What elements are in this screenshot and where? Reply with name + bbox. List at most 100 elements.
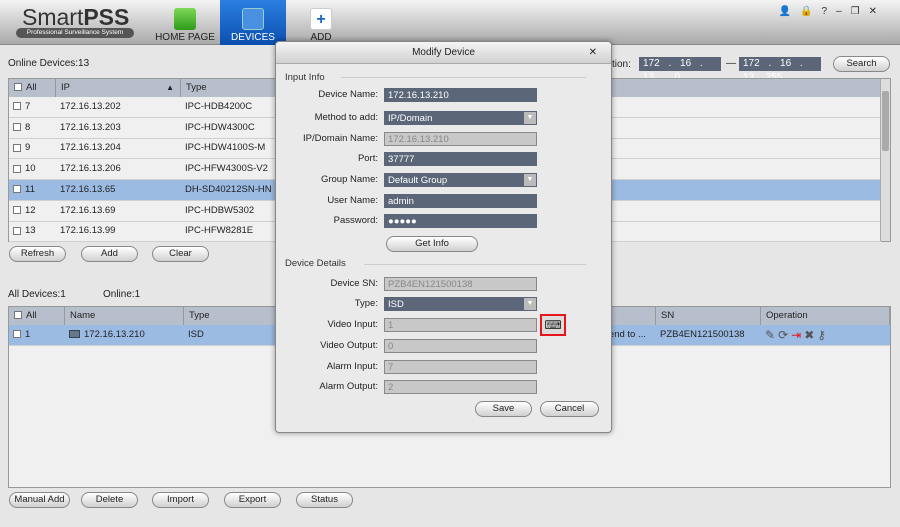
header-operation[interactable]: Operation [761,307,890,325]
divider [364,264,586,265]
refresh-icon[interactable]: ⟳ [778,328,791,342]
user-label: User Name: [327,195,378,206]
group-field[interactable]: Default Group ▼ [384,173,537,187]
plus-icon: + [310,8,332,30]
type-cell: IPC-HDW4300C [185,121,255,133]
ip-cell: 172.16.13.204 [60,142,121,154]
keyboard-edit-icon[interactable]: ⌨ [540,314,566,336]
group-label: Group Name: [320,174,378,185]
manual-add-button[interactable]: Manual Add [9,492,70,508]
header-sn[interactable]: SN [656,307,761,325]
chevron-down-icon[interactable]: ▼ [524,112,536,124]
device_name-field[interactable]: 172.16.13.210 [384,88,537,102]
ip-field: 172.16.13.210 [384,132,537,146]
ip-cell: 172.16.13.206 [60,163,121,175]
ip-cell: 172.16.13.202 [60,101,121,112]
search-button[interactable]: Search [833,56,890,72]
ip-cell: 172.16.13.203 [60,121,121,133]
chevron-down-icon[interactable]: ▼ [524,174,536,186]
user-icon[interactable]: 👤 [779,6,800,17]
type-cell: IPC-HDW4100S-M [185,142,266,154]
add-button[interactable]: Add [81,246,138,262]
row-checkbox[interactable] [13,143,21,152]
sn-field: PZB4EN121500138 [384,277,537,291]
delete-icon[interactable]: ✖ [804,328,817,342]
method-label: Method to add: [314,112,378,123]
tab-devices[interactable]: DEVICES [220,0,286,45]
import-button[interactable]: Import [152,492,209,508]
row-checkbox[interactable] [13,205,21,214]
edit-icon[interactable]: ✎ [765,328,778,342]
online-devices-count: Online Devices:13 [8,58,90,69]
dialog-title: Modify Device [276,42,611,64]
all-devices-count: All Devices:1 [8,289,66,300]
home-icon [174,8,196,30]
ip-label: IP/Domain Name: [303,133,378,144]
minimize-icon[interactable]: – [836,6,851,17]
ain-field: 7 [384,360,537,374]
row-checkbox[interactable] [13,330,21,339]
device_name-label: Device Name: [318,89,378,100]
type-cell: DH-SD40212SN-HN [185,183,272,195]
vin-field: 1 [384,318,537,332]
online-count: Online:1 [103,289,141,300]
tab-home-page[interactable]: HOME PAGE [153,0,217,45]
sn-label: Device SN: [330,278,378,289]
vout-field: 0 [384,339,537,353]
delete-button[interactable]: Delete [81,492,138,508]
row-checkbox[interactable] [13,102,21,111]
export-button[interactable]: Export [224,492,281,508]
vin-label: Video Input: [327,319,378,330]
lock-icon[interactable]: 🔒 [800,6,821,17]
type-cell: IPC-HDBW5302 [185,204,255,216]
cancel-button[interactable]: Cancel [540,401,599,417]
window-controls: 👤🔒?–❐✕ [779,6,886,17]
select-all-checkbox[interactable] [14,311,22,320]
get-info-button[interactable]: Get Info [386,236,478,252]
tab-add[interactable]: + ADD [290,0,352,45]
restore-icon[interactable]: ❐ [851,6,869,17]
close-icon[interactable]: ✕ [869,6,886,17]
range-dash: — [726,58,736,69]
clear-button[interactable]: Clear [152,246,209,262]
password-label: Password: [333,215,378,226]
row-checkbox[interactable] [13,164,21,173]
ain-label: Alarm Input: [326,361,378,372]
close-icon[interactable]: ✕ [589,47,597,58]
ip-range-start[interactable]: 172 . 16 . 13 . 0 [639,57,721,83]
sort-ascending-icon: ▲ [166,83,174,92]
type-cell: IPC-HFW8281E [185,225,254,237]
ip-cell: 172.16.13.69 [60,204,116,216]
ip-cell: 172.16.13.99 [60,225,116,237]
key-icon[interactable]: ⚷ [817,328,829,342]
help-icon[interactable]: ? [822,6,837,17]
method-field[interactable]: IP/Domain ▼ [384,111,537,125]
ip-range-end[interactable]: 172 . 16 . 13 .255 [739,57,821,83]
password-field[interactable]: ●●●●● [384,214,537,228]
logout-icon[interactable]: ⇥ [791,328,804,342]
user-field[interactable]: admin [384,194,537,208]
save-button[interactable]: Save [475,401,532,417]
refresh-button[interactable]: Refresh [9,246,66,262]
type-field[interactable]: ISD ▼ [384,297,537,311]
select-all-checkbox[interactable] [14,83,22,92]
aout-label: Alarm Output: [319,381,378,392]
port-field[interactable]: 37777 [384,152,537,166]
type-label: Type: [354,298,378,309]
row-checkbox[interactable] [13,185,21,194]
header-ip[interactable]: IP ▲ [56,79,181,97]
header-all[interactable]: All [9,307,65,325]
camera-icon [242,8,264,30]
header: SmartPSS Professional Surveillance Syste… [0,0,900,45]
modify-device-dialog: Modify Device ✕ Input Info Device Name: … [275,41,612,433]
header-name[interactable]: Name [65,307,184,325]
port-label: Port: [357,153,378,164]
ip-cell: 172.16.13.65 [60,183,116,195]
status-button[interactable]: Status [296,492,353,508]
header-all[interactable]: All [9,79,56,97]
chevron-down-icon[interactable]: ▼ [524,298,536,310]
row-checkbox[interactable] [13,226,21,235]
scrollbar-thumb[interactable] [882,91,889,151]
row-checkbox[interactable] [13,123,21,132]
scrollbar[interactable] [880,79,890,241]
